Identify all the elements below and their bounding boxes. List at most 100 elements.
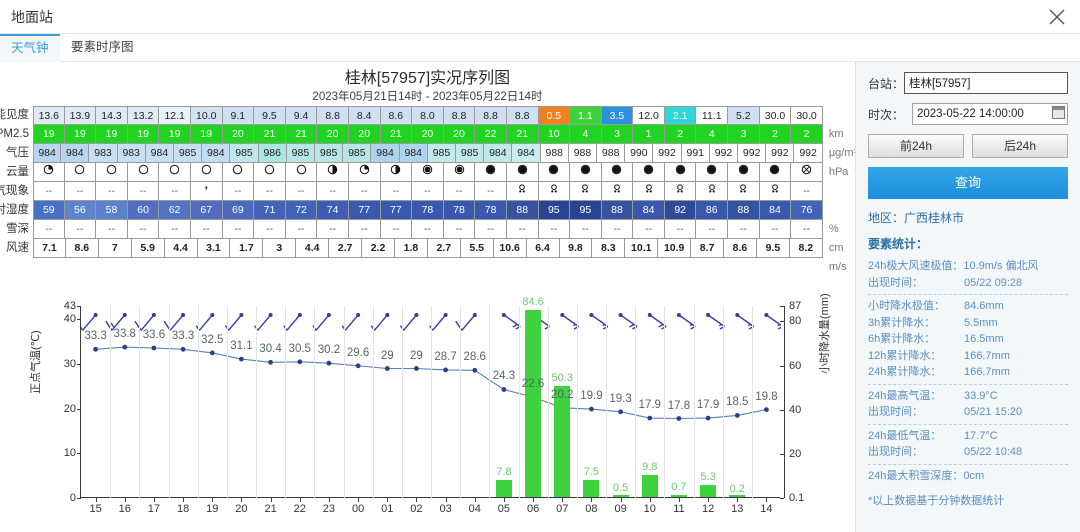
window-header: 地面站 bbox=[0, 0, 1080, 34]
table-cell: -- bbox=[443, 220, 476, 239]
y-tick-left-mark bbox=[77, 364, 81, 366]
station-input[interactable] bbox=[904, 72, 1069, 94]
cloud-overcast-icon bbox=[475, 163, 507, 182]
row-label: 气压 bbox=[6, 147, 29, 159]
table-cell: 74 bbox=[317, 201, 349, 220]
tab-element-timeseries[interactable]: 要素时序图 bbox=[60, 34, 145, 62]
query-button[interactable]: 查询 bbox=[868, 167, 1068, 199]
table-cell: 8.2 bbox=[789, 239, 823, 258]
comma-icon: ’ bbox=[190, 182, 223, 201]
dash-icon: -- bbox=[64, 182, 97, 201]
wind-barb-icon bbox=[399, 313, 419, 331]
dash-icon: -- bbox=[348, 182, 381, 201]
close-icon[interactable] bbox=[1046, 6, 1068, 28]
table-cell: 8.6 bbox=[380, 106, 413, 125]
table-cell: 10.6 bbox=[493, 239, 527, 258]
y-tick-left-mark bbox=[77, 306, 81, 307]
table-cell: 3 bbox=[601, 125, 634, 144]
statistic-key: 出现时间： bbox=[868, 276, 923, 289]
rain-icon bbox=[696, 182, 729, 201]
grid-line bbox=[197, 306, 199, 498]
table-cell: 3.5 bbox=[601, 106, 634, 125]
table-cell: 984 bbox=[145, 144, 175, 163]
time-field-row: 时次： bbox=[868, 103, 1068, 125]
precip-bar bbox=[700, 485, 717, 497]
wind-barb-icon bbox=[195, 313, 215, 331]
x-tick-mark bbox=[708, 498, 710, 502]
table-cell: 8.8 bbox=[443, 106, 476, 125]
x-tick-mark bbox=[270, 498, 272, 502]
rain-icon bbox=[506, 182, 539, 201]
table-cell: 985 bbox=[174, 144, 203, 163]
table-cell: 3.1 bbox=[197, 239, 231, 258]
table-cell: 19 bbox=[127, 125, 160, 144]
cloud-half-icon bbox=[317, 163, 349, 182]
time-input[interactable] bbox=[912, 103, 1068, 125]
table-row: 气压 984 984 983 983 984 985 984 985 986 985 985 985 98… bbox=[6, 144, 848, 178]
table-cell: 985 bbox=[286, 144, 316, 163]
precip-bar-label: 7.8 bbox=[496, 465, 512, 478]
statistic-value: 17.7°C bbox=[964, 429, 998, 442]
x-tick-label: 09 bbox=[614, 503, 627, 515]
table-cell: 56 bbox=[64, 201, 97, 220]
precip-bar-label: 0.5 bbox=[612, 481, 629, 494]
x-tick-label: 04 bbox=[468, 503, 481, 515]
precip-bar-label: 9.8 bbox=[642, 461, 658, 474]
row-label: 云量 bbox=[6, 166, 29, 178]
cloud-overcast-icon bbox=[633, 163, 665, 182]
region-text: 地区：广西桂林市 bbox=[868, 211, 965, 225]
cloud-overcast-icon bbox=[506, 163, 539, 182]
y-tick-left-mark bbox=[77, 453, 81, 455]
table-cell: -- bbox=[601, 220, 634, 239]
tab-weather-clock[interactable]: 天气钟 bbox=[0, 34, 60, 62]
table-cell: 1.7 bbox=[230, 239, 264, 258]
grid-line bbox=[431, 306, 432, 498]
table-cell: 88 bbox=[728, 201, 760, 220]
grid-line bbox=[693, 306, 695, 498]
statistics-note: *以上数据基于分钟数据统计 bbox=[868, 495, 1005, 507]
statistic-value: 33.9°C bbox=[964, 389, 998, 402]
table-cell: 92 bbox=[664, 201, 697, 220]
table-cell: 983 bbox=[89, 144, 118, 163]
table-cell: 19 bbox=[64, 125, 97, 144]
y-tick-right-mark bbox=[780, 306, 784, 307]
table-cell: 6.4 bbox=[526, 239, 560, 258]
table-cell: 1.1 bbox=[570, 106, 602, 125]
prev-24h-button[interactable]: 前24h bbox=[868, 134, 964, 158]
dash-icon: -- bbox=[96, 182, 128, 201]
calendar-icon[interactable] bbox=[1052, 106, 1065, 119]
next-24h-button[interactable]: 后24h bbox=[972, 134, 1068, 158]
grid-line bbox=[635, 306, 637, 498]
table-cell: 8.7 bbox=[691, 239, 725, 258]
temp-point-label: 31.1 bbox=[230, 340, 253, 353]
x-tick-label: 01 bbox=[381, 503, 394, 515]
table-cell: 20 bbox=[222, 125, 255, 144]
table-cell: 5.9 bbox=[131, 239, 165, 258]
plot-frame: 15 16 17 18 19 20 21 22 23 00 01 02 03 04 05 06 07 08 09 10… bbox=[64, 296, 805, 515]
table-cell: 21 bbox=[254, 125, 286, 144]
y-tick-right-mark bbox=[780, 497, 784, 499]
grid-line bbox=[606, 306, 607, 498]
table-cell: 19 bbox=[190, 125, 223, 144]
x-tick-mark bbox=[591, 498, 593, 502]
cloud-mostly-icon bbox=[412, 163, 444, 182]
grid-line bbox=[110, 306, 112, 498]
table-cell: 3 bbox=[263, 239, 297, 258]
rain-icon bbox=[728, 182, 760, 201]
statistic-key: 24h极大风速极值： bbox=[868, 260, 964, 272]
table-cell: 59 bbox=[33, 201, 65, 220]
table-cell: -- bbox=[64, 220, 97, 239]
statistics-heading: 要素统计： bbox=[868, 237, 929, 251]
table-cell: 86 bbox=[696, 201, 729, 220]
cloud-clear-icon bbox=[96, 163, 128, 182]
table-row: 雪深 -- -- -- -- -- -- -- -- -- -- -- -- -- -- -- -- -- -- --… bbox=[6, 220, 844, 254]
grid-line bbox=[314, 306, 316, 498]
statistic-key: 24h最低气温： bbox=[868, 429, 942, 442]
temp-point-label: 33.3 bbox=[84, 330, 107, 343]
row-unit: hPa bbox=[828, 166, 849, 178]
dash-icon: -- bbox=[127, 182, 160, 201]
y-tick-right: 60 bbox=[789, 359, 802, 372]
table-cell: 10.0 bbox=[190, 106, 223, 125]
grid-line bbox=[401, 306, 403, 498]
wind-barb-icon bbox=[370, 313, 390, 331]
